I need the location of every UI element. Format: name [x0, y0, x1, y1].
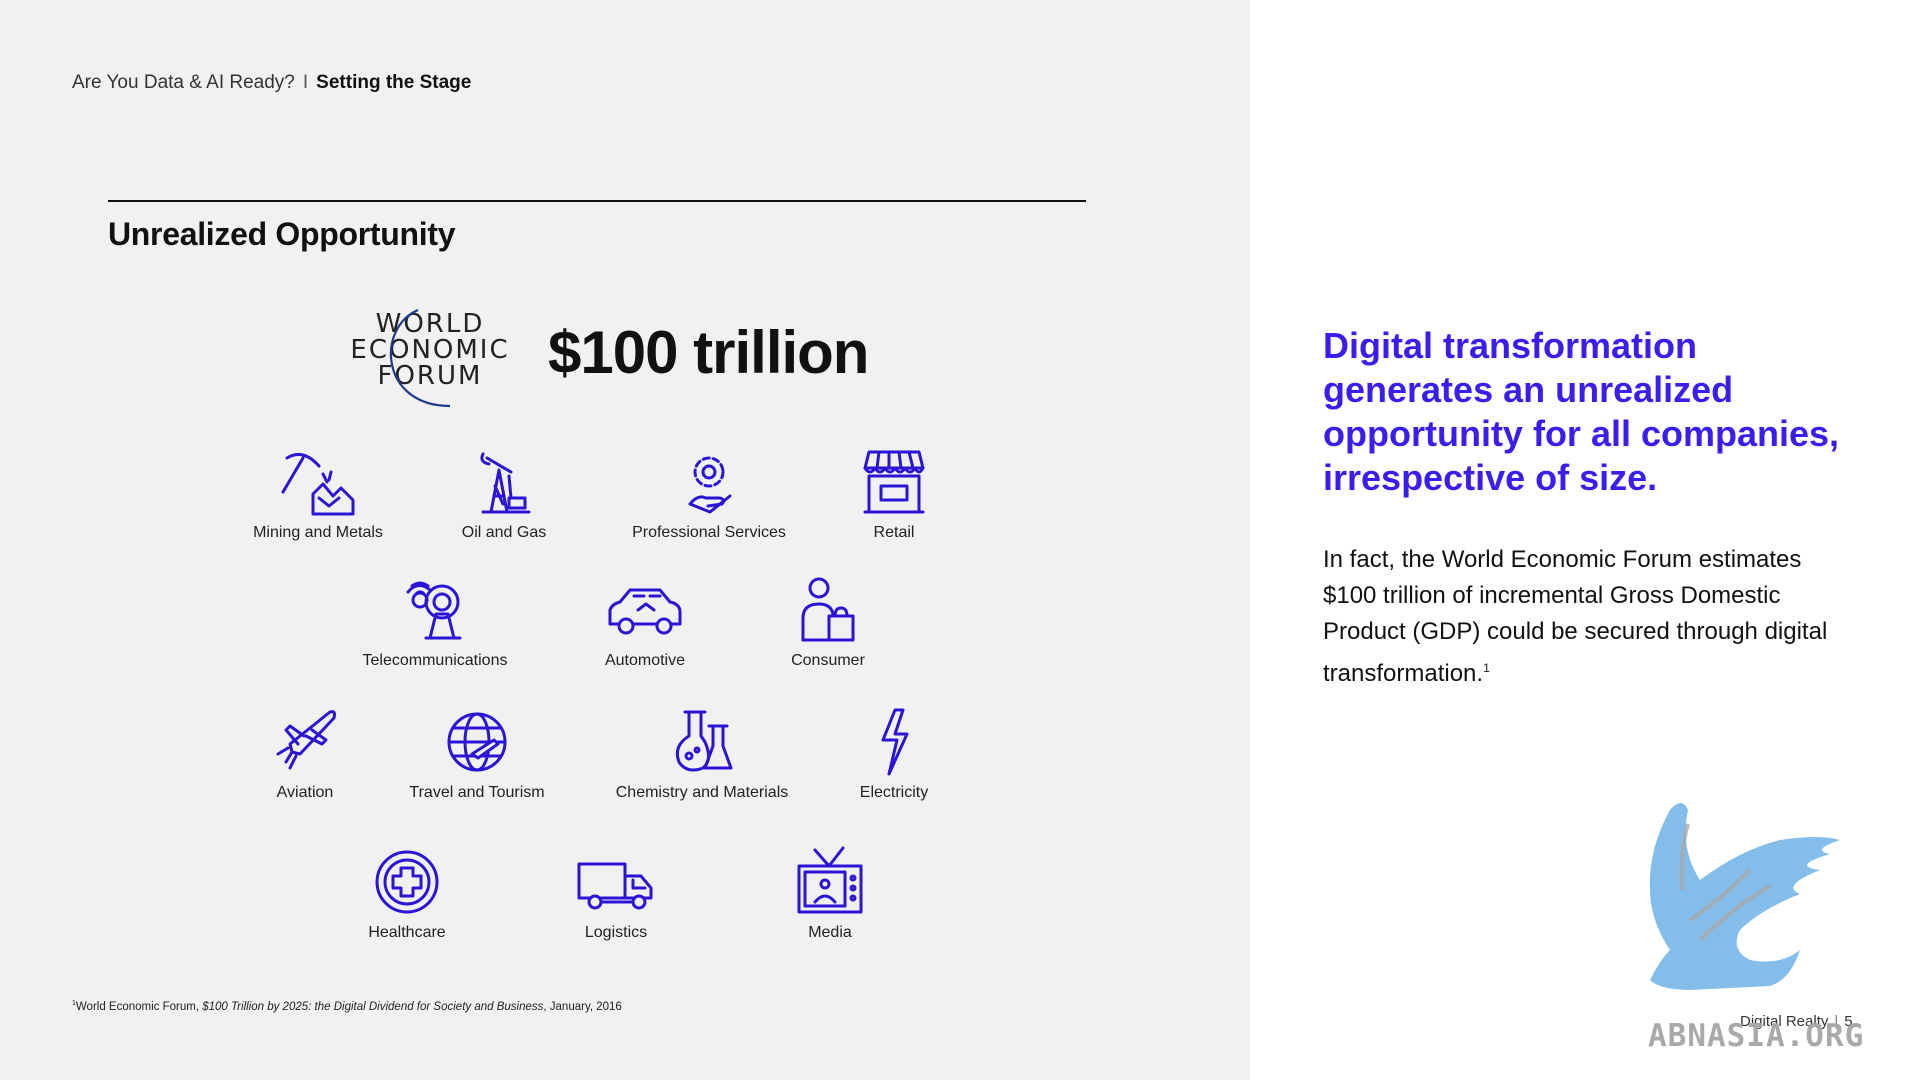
oil-pump-icon [480, 452, 531, 514]
industry-mining-and-metals: Mining and Metals [213, 446, 423, 542]
watermark-text: ABNASIA.ORG [1648, 1018, 1865, 1054]
airplane-icon [276, 710, 336, 770]
breadcrumb-section[interactable]: Are You Data & AI Ready? [72, 72, 295, 93]
industry-oil-and-gas: Oil and Gas [399, 446, 609, 542]
industry-electricity: Electricity [789, 706, 999, 802]
body-text: In fact, the World Economic Forum estima… [1323, 546, 1828, 687]
industry-professional-services: Professional Services [604, 446, 814, 542]
truck-icon [577, 862, 653, 910]
industry-label: Retail [873, 524, 915, 541]
breadcrumb-current: Setting the Stage [316, 72, 472, 93]
medical-cross-icon [375, 850, 439, 914]
industry-consumer: Consumer [723, 574, 933, 670]
body-paragraph: In fact, the World Economic Forum estima… [1323, 542, 1843, 692]
industry-label: Professional Services [632, 524, 786, 541]
section-title: Unrealized Opportunity [108, 216, 456, 252]
lightning-icon [881, 708, 909, 776]
industry-travel-and-tourism: Travel and Tourism [372, 706, 582, 802]
industry-label: Mining and Metals [253, 524, 383, 541]
flask-icon [675, 710, 733, 772]
footnote-prefix: World Economic Forum, [75, 1000, 203, 1013]
big-number: $100 trillion [548, 319, 869, 386]
industry-label: Oil and Gas [461, 524, 547, 541]
tv-icon [797, 846, 863, 914]
industry-automotive: Automotive [540, 574, 750, 670]
industry-label: Chemistry and Materials [615, 784, 789, 801]
section-divider [108, 200, 1086, 202]
car-icon [608, 588, 682, 635]
breadcrumb: Are You Data & AI Ready? I Setting the Sta… [72, 72, 471, 94]
headline: Digital transformation generates an unre… [1323, 325, 1840, 498]
satellite-dish-icon [406, 581, 462, 640]
mining-icon [281, 452, 355, 516]
industry-label: Travel and Tourism [409, 784, 545, 801]
world-economic-forum-logo: WORLD ECONOMIC FORUM [350, 308, 508, 408]
industry-retail: Retail [789, 446, 999, 542]
industry-label: Aviation [276, 784, 334, 801]
footnote-suffix: , January, 2016 [543, 1000, 622, 1013]
industry-telecommunications: Telecommunications [330, 574, 540, 670]
industry-label: Healthcare [368, 924, 446, 941]
industry-label: Telecommunications [362, 652, 508, 669]
industry-label: Logistics [584, 924, 648, 941]
griffin-watermark-logo [1649, 803, 1840, 990]
footnote-title: $100 Trillion by 2025: the Digital Divid… [202, 1000, 544, 1013]
footnote: 1World Economic Forum, $100 Trillion by … [72, 1000, 622, 1013]
industry-label: Consumer [791, 652, 865, 669]
body-footnote-marker: 1 [1483, 661, 1490, 675]
store-icon [863, 450, 925, 514]
breadcrumb-separator: I [302, 72, 309, 93]
industry-healthcare: Healthcare [302, 846, 512, 942]
person-bag-icon [801, 577, 855, 642]
industry-label: Automotive [604, 652, 686, 669]
industry-label: Electricity [859, 784, 929, 801]
gear-hand-icon [688, 456, 732, 514]
industry-label: Media [808, 924, 852, 941]
industry-logistics: Logistics [511, 846, 721, 942]
industry-media: Media [725, 846, 935, 942]
globe-plane-icon [447, 712, 507, 772]
industry-chemistry-and-materials: Chemistry and Materials [597, 706, 807, 802]
